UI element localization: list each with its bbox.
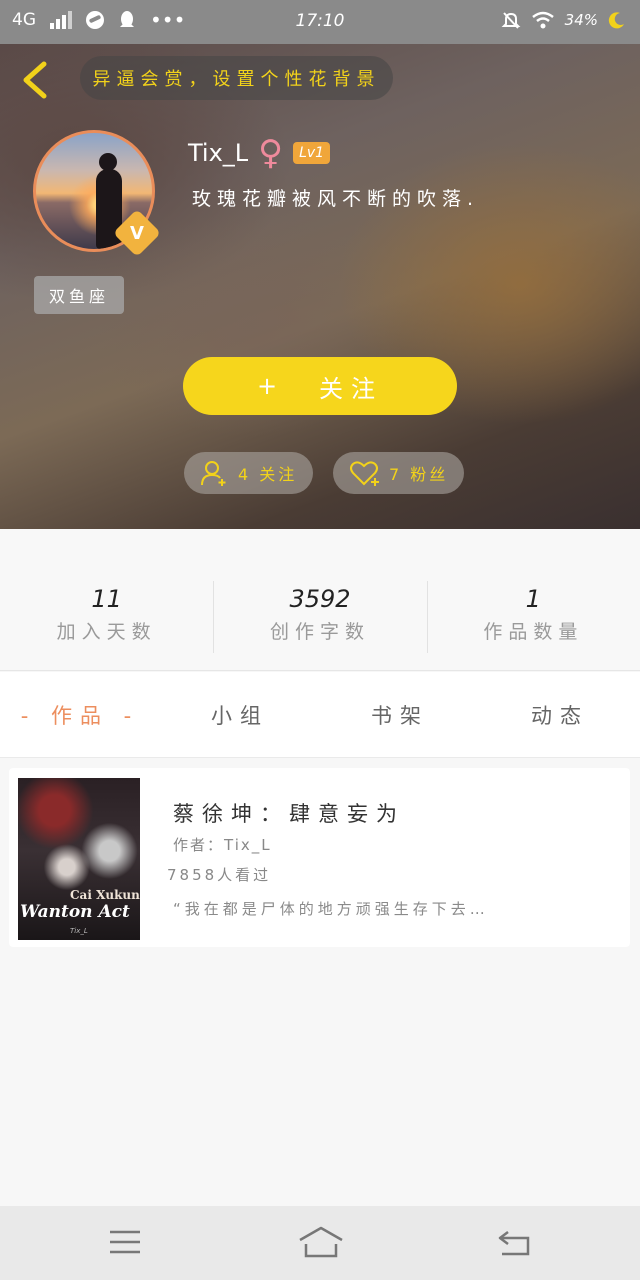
username: Tix_L <box>188 139 249 167</box>
background-setting-banner[interactable]: 异逼会赏，设置个性花背景 <box>80 56 393 100</box>
battery-label: 34% <box>564 11 598 29</box>
cover-author: Tix_L <box>70 927 88 935</box>
female-icon: ♀ <box>258 133 284 173</box>
home-icon <box>299 1226 343 1258</box>
wifi-icon <box>531 11 554 29</box>
back-button[interactable] <box>18 60 52 100</box>
home-button[interactable] <box>298 1224 344 1264</box>
back-icon <box>498 1231 530 1256</box>
follow-button-label: 关注 <box>319 374 384 403</box>
following-button[interactable]: 4 关注 <box>184 452 314 494</box>
stat-value: 11 <box>91 585 122 613</box>
work-description: “我在都是尸体的地方顽强生存下去… <box>173 900 489 918</box>
stat-word-count: 3592 创作字数 <box>213 529 426 670</box>
status-right: 34% <box>501 10 626 30</box>
follow-button[interactable]: + 关注 <box>183 357 457 415</box>
following-label: 4 关注 <box>238 465 298 484</box>
stat-label: 加入天数 <box>56 621 157 643</box>
followers-label: 7 粉丝 <box>389 465 449 484</box>
stats-section: 11 加入天数 3592 创作字数 1 作品数量 <box>0 529 640 671</box>
username-row: Tix_L ♀ Lv1 <box>188 133 331 173</box>
add-user-icon <box>201 461 226 486</box>
back-arrow-icon <box>23 61 47 99</box>
tab-activity[interactable]: 动态 <box>480 672 640 757</box>
work-views: 7858人看过 <box>167 866 272 884</box>
system-back-button[interactable] <box>498 1224 532 1264</box>
stat-label: 创作字数 <box>269 621 370 643</box>
profile-header: 异逼会赏，设置个性花背景 V Tix_L ♀ Lv1 玫瑰花瓣被风不断的吹落. … <box>0 44 640 529</box>
stat-value: 1 <box>525 585 541 613</box>
stat-label: 作品数量 <box>483 621 584 643</box>
heart-icon <box>350 461 379 486</box>
followers-button[interactable]: 7 粉丝 <box>333 452 465 494</box>
cover-title: Wanton Act <box>20 902 130 922</box>
work-card[interactable]: Cai Xukun Wanton Act Tix_L 蔡徐坤：肆意妄为 作者：T… <box>9 768 630 947</box>
tab-groups[interactable]: 小组 <box>160 672 320 757</box>
work-author: 作者：Tix_L <box>173 836 272 854</box>
system-nav-bar <box>0 1206 640 1280</box>
tab-works[interactable]: - 作品 - <box>0 672 160 757</box>
plus-icon: + <box>256 372 286 400</box>
cover-subtitle: Cai Xukun <box>70 888 140 902</box>
menu-button[interactable] <box>108 1224 142 1264</box>
verified-badge: V <box>112 208 162 258</box>
stat-value: 3592 <box>289 585 351 613</box>
tab-bookshelf[interactable]: 书架 <box>320 672 480 757</box>
profile-tabs: - 作品 - 小组 书架 动态 <box>0 672 640 758</box>
level-badge: Lv1 <box>293 142 331 164</box>
status-bar: 4G ••• 17:10 34% <box>0 0 640 44</box>
user-bio: 玫瑰花瓣被风不断的吹落. <box>192 188 480 210</box>
zodiac-tag: 双鱼座 <box>34 276 124 314</box>
work-title: 蔡徐坤：肆意妄为 <box>173 802 405 826</box>
menu-icon <box>110 1230 140 1254</box>
stat-works-count: 1 作品数量 <box>426 529 640 670</box>
night-mode-icon <box>608 12 624 29</box>
work-cover[interactable]: Cai Xukun Wanton Act Tix_L <box>18 778 140 940</box>
mute-icon <box>501 12 521 29</box>
stat-join-days: 11 加入天数 <box>0 529 213 670</box>
